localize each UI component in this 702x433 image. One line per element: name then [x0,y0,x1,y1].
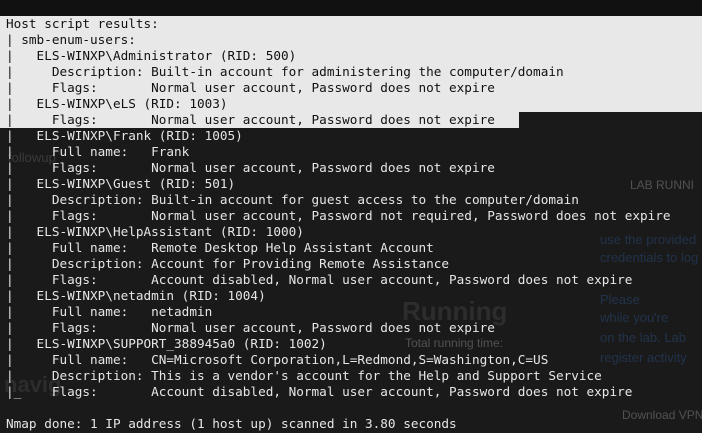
terminal-line: | Flags: Normal user account, Password d… [6,112,495,127]
terminal-line: | Description: Built-in account for gues… [6,192,579,207]
terminal-line: | smb-enum-users: [6,32,136,47]
terminal-line: | ELS-WINXP\eLS (RID: 1003) [6,96,228,111]
terminal-line: | Full name: CN=Microsoft Corporation,L=… [6,352,549,367]
terminal-line: | Full name: netadmin [6,304,213,319]
terminal-line: | Flags: Account disabled, Normal user a… [6,272,633,287]
terminal-window[interactable]: Host script results: | smb-enum-users: |… [0,0,702,433]
terminal-line: | Description: Account for Providing Rem… [6,256,450,271]
terminal-line: | ELS-WINXP\SUPPORT_388945a0 (RID: 1002) [6,336,327,351]
terminal-line: Nmap done: 1 IP address (1 host up) scan… [6,416,457,431]
terminal-line: | Description: Built-in account for admi… [6,64,564,79]
terminal-line: |_ Flags: Account disabled, Normal user … [6,384,633,399]
terminal-line: | ELS-WINXP\Administrator (RID: 500) [6,48,297,63]
terminal-line: | Full name: Remote Desktop Help Assista… [6,240,434,255]
terminal-line: | ELS-WINXP\HelpAssistant (RID: 1000) [6,224,304,239]
terminal-line: | Full name: Frank [6,144,190,159]
terminal-line: | Flags: Normal user account, Password d… [6,160,495,175]
terminal-line: | ELS-WINXP\netadmin (RID: 1004) [6,288,266,303]
terminal-line: | Flags: Normal user account, Password d… [6,320,495,335]
terminal-line: | ELS-WINXP\Guest (RID: 501) [6,176,236,191]
terminal-line: | Flags: Normal user account, Password d… [6,80,495,95]
terminal-top-bar [0,0,702,16]
terminal-line: | Flags: Normal user account, Password n… [6,208,671,223]
terminal-line: | ELS-WINXP\Frank (RID: 1005) [6,128,243,143]
terminal-line: | Description: This is a vendor's accoun… [6,368,602,383]
terminal-line: Host script results: [6,16,159,31]
